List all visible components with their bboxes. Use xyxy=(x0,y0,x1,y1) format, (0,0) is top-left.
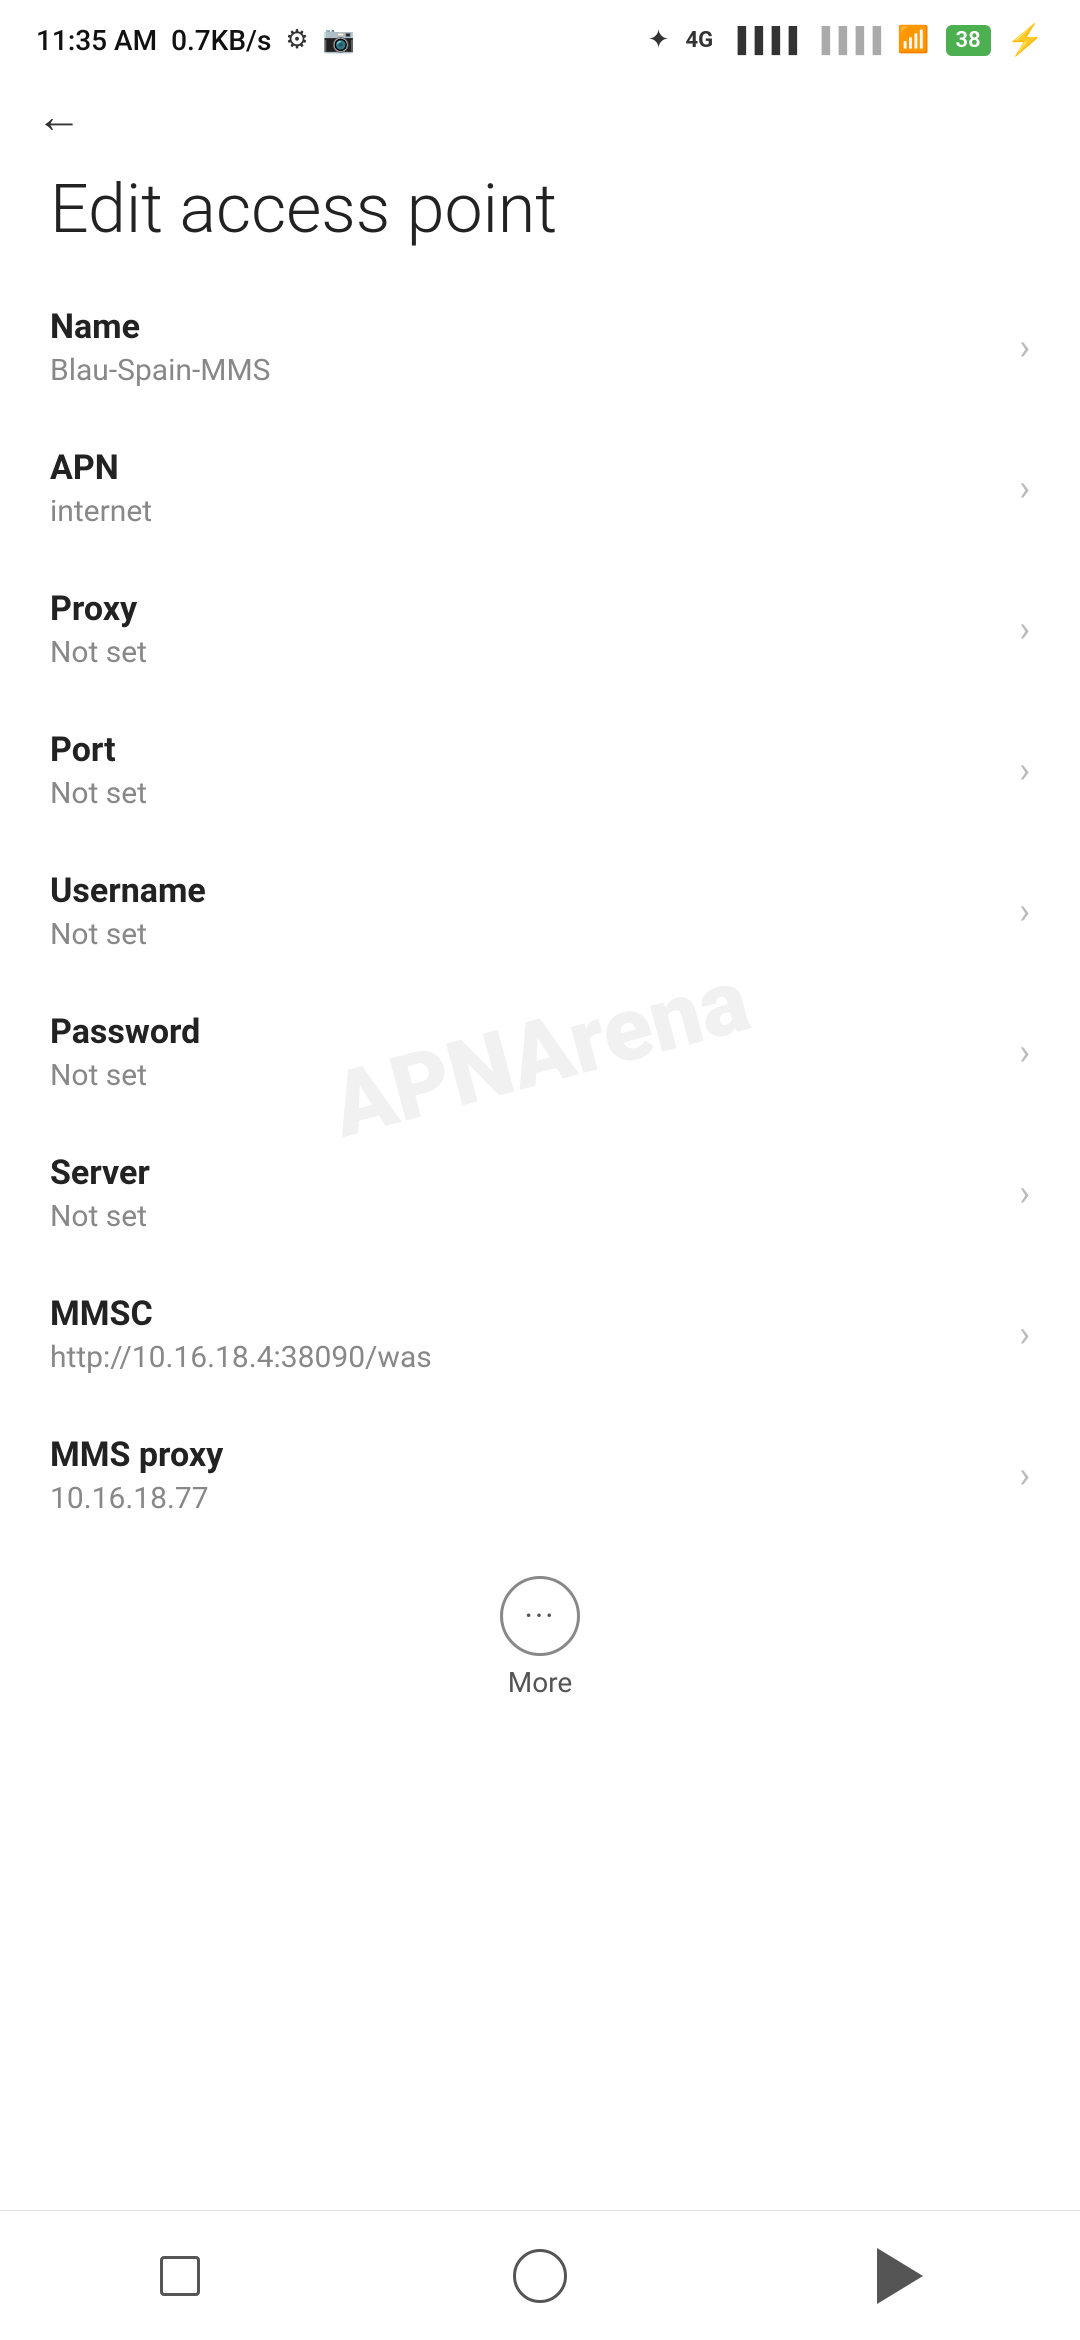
settings-item-label: MMSC xyxy=(50,1294,999,1334)
charging-icon: ⚡ xyxy=(1007,23,1044,58)
settings-item-value: Not set xyxy=(50,1199,999,1234)
time: 11:35 AM xyxy=(36,24,157,57)
settings-item-text: Server Not set xyxy=(50,1153,999,1234)
settings-list: Name Blau-Spain-MMS › APN internet › Proxy Not … xyxy=(0,277,1080,1546)
speed: 0.7KB/s xyxy=(171,24,271,57)
nav-bar xyxy=(0,2210,1080,2340)
status-bar: 11:35 AM 0.7KB/s ⚙ 📷 ✦ 4G ▐▐▐▐ ▐▐▐▐ 📶 38… xyxy=(0,0,1080,72)
camera-icon: 📷 xyxy=(323,25,355,55)
settings-item-value: Not set xyxy=(50,1058,999,1093)
nav-back-button[interactable] xyxy=(855,2231,945,2321)
chevron-right-icon: › xyxy=(1019,608,1030,650)
more-dots-icon: ··· xyxy=(524,1600,555,1632)
home-icon xyxy=(513,2249,567,2303)
settings-item-text: Proxy Not set xyxy=(50,589,999,670)
settings-item-value: Blau-Spain-MMS xyxy=(50,353,999,388)
status-right: ✦ 4G ▐▐▐▐ ▐▐▐▐ 📶 38 ⚡ xyxy=(648,23,1044,58)
settings-item-label: Password xyxy=(50,1012,999,1052)
signal-bars2-icon: ▐▐▐▐ xyxy=(813,26,881,55)
settings-item-label: Port xyxy=(50,730,999,770)
settings-item-text: Password Not set xyxy=(50,1012,999,1093)
chevron-right-icon: › xyxy=(1019,326,1030,368)
settings-item-text: MMS proxy 10.16.18.77 xyxy=(50,1435,999,1516)
settings-item-value: Not set xyxy=(50,635,999,670)
bluetooth-icon: ✦ xyxy=(648,25,670,55)
signal-4g-icon: 4G xyxy=(685,28,713,53)
nav-recents-button[interactable] xyxy=(135,2231,225,2321)
more-label: More xyxy=(508,1666,573,1699)
settings-item-value: internet xyxy=(50,494,999,529)
settings-item-text: Name Blau-Spain-MMS xyxy=(50,307,999,388)
settings-item-text: MMSC http://10.16.18.4:38090/was xyxy=(50,1294,999,1375)
toolbar: ← xyxy=(0,72,1080,162)
more-button[interactable]: ··· xyxy=(500,1576,580,1656)
settings-item-label: APN xyxy=(50,448,999,488)
recents-icon xyxy=(160,2256,200,2296)
settings-item-label: Proxy xyxy=(50,589,999,629)
wifi-icon: 📶 xyxy=(897,25,929,55)
settings-item-username[interactable]: Username Not set › xyxy=(0,841,1080,982)
settings-item-value: Not set xyxy=(50,917,999,952)
back-arrow-icon: ← xyxy=(36,94,82,140)
chevron-right-icon: › xyxy=(1019,749,1030,791)
settings-item-label: MMS proxy xyxy=(50,1435,999,1475)
settings-icon: ⚙ xyxy=(285,25,308,55)
settings-item-label: Username xyxy=(50,871,999,911)
settings-item-text: Port Not set xyxy=(50,730,999,811)
settings-item-proxy[interactable]: Proxy Not set › xyxy=(0,559,1080,700)
settings-item-value: http://10.16.18.4:38090/was xyxy=(50,1340,999,1375)
settings-item-value: 10.16.18.77 xyxy=(50,1481,999,1516)
settings-item-password[interactable]: Password Not set › xyxy=(0,982,1080,1123)
battery-indicator: 38 xyxy=(946,25,991,56)
settings-item-server[interactable]: Server Not set › xyxy=(0,1123,1080,1264)
nav-home-button[interactable] xyxy=(495,2231,585,2321)
settings-item-label: Server xyxy=(50,1153,999,1193)
more-section: ··· More xyxy=(0,1546,1080,1719)
settings-item-mms-proxy[interactable]: MMS proxy 10.16.18.77 › xyxy=(0,1405,1080,1546)
settings-item-port[interactable]: Port Not set › xyxy=(0,700,1080,841)
chevron-right-icon: › xyxy=(1019,1172,1030,1214)
chevron-right-icon: › xyxy=(1019,1454,1030,1496)
page-title: Edit access point xyxy=(0,162,1080,277)
back-icon xyxy=(877,2248,923,2304)
settings-item-mmsc[interactable]: MMSC http://10.16.18.4:38090/was › xyxy=(0,1264,1080,1405)
settings-item-name[interactable]: Name Blau-Spain-MMS › xyxy=(0,277,1080,418)
settings-item-text: APN internet xyxy=(50,448,999,529)
signal-bars-icon: ▐▐▐▐ xyxy=(729,26,797,55)
chevron-right-icon: › xyxy=(1019,1313,1030,1355)
settings-item-value: Not set xyxy=(50,776,999,811)
settings-item-label: Name xyxy=(50,307,999,347)
chevron-right-icon: › xyxy=(1019,890,1030,932)
chevron-right-icon: › xyxy=(1019,467,1030,509)
settings-item-text: Username Not set xyxy=(50,871,999,952)
settings-item-apn[interactable]: APN internet › xyxy=(0,418,1080,559)
status-left: 11:35 AM 0.7KB/s ⚙ 📷 xyxy=(36,24,355,57)
chevron-right-icon: › xyxy=(1019,1031,1030,1073)
back-button[interactable]: ← xyxy=(36,94,82,140)
